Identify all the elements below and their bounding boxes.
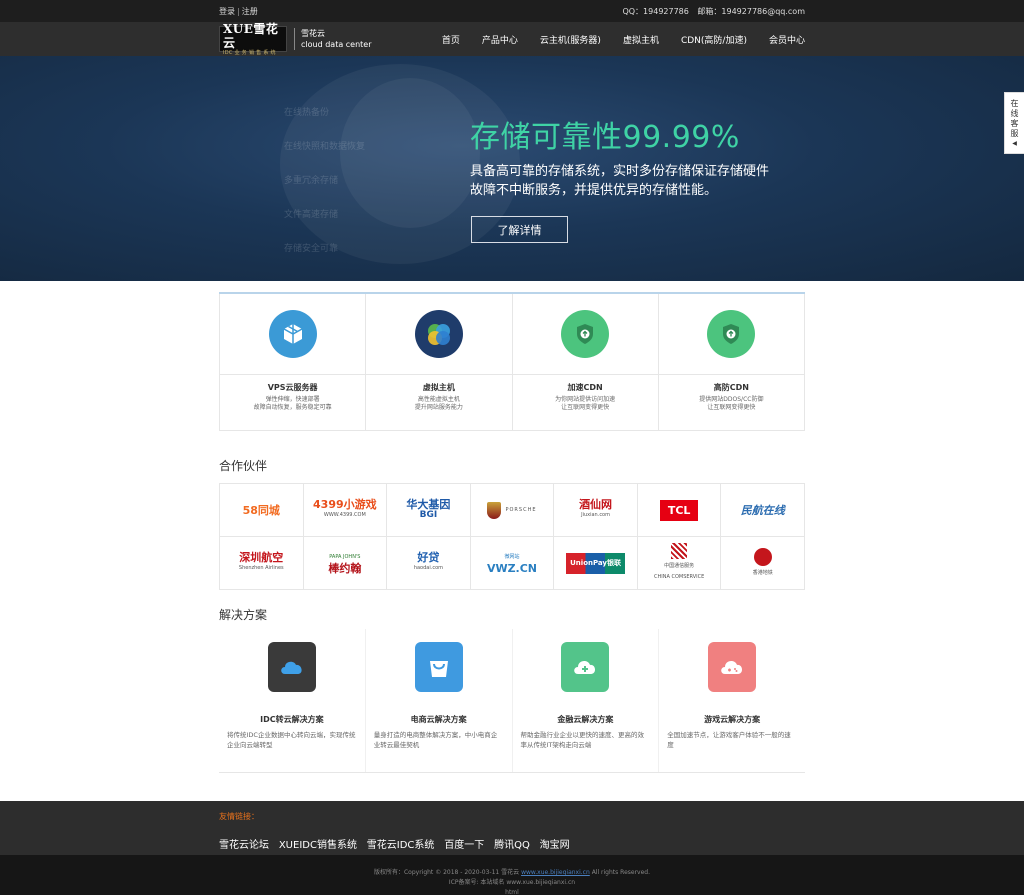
partner-logo[interactable]: 深圳航空 Shenzhen Airlines xyxy=(220,537,304,590)
partner-logo[interactable]: TCL xyxy=(637,484,722,537)
solution-ecommerce[interactable]: 电商云解决方案 量身打造的电商整体解决方案，中小电商企业转云最佳契机 xyxy=(366,629,513,772)
partner-logo[interactable]: 华大基因 BGI xyxy=(387,484,471,537)
login-link[interactable]: 登录 xyxy=(219,7,235,16)
service-cdn-defense[interactable]: 高防CDN 提供网站DDOS/CC防御 让互联网变得更快 xyxy=(658,294,805,431)
top-bar: 登录 | 注册 QQ：194927786 邮箱：194927786@qq.com xyxy=(0,0,1024,22)
nav-virtual-host[interactable]: 虚拟主机 xyxy=(623,33,659,46)
colored-circles-icon xyxy=(414,310,463,358)
learn-more-button[interactable]: 了解详情 xyxy=(471,216,568,243)
friend-link[interactable]: 雪花云IDC系统 xyxy=(367,840,435,851)
partner-logo[interactable]: 民航在线 xyxy=(721,484,805,537)
site-logo[interactable]: XUE雪花云 IDC 业 务 销 售 系 统 雪花云 cloud data ce… xyxy=(219,22,372,56)
cloud-plus-icon xyxy=(561,642,610,692)
shield-icon xyxy=(561,310,610,358)
mtr-logo-icon xyxy=(753,547,772,566)
friend-link[interactable]: 腾讯QQ xyxy=(494,840,530,851)
friend-link[interactable]: XUEIDC销售系统 xyxy=(279,840,357,851)
service-cdn-accel[interactable]: 加速CDN 为你网站提供访问加速 让互联网变得更快 xyxy=(512,294,659,431)
solutions-title: 解决方案 xyxy=(219,608,268,622)
friend-link[interactable]: 百度一下 xyxy=(444,840,484,851)
friend-link[interactable]: 雪花云论坛 xyxy=(219,840,269,851)
friend-links: 友情链接： 雪花云论坛 XUEIDC销售系统 雪花云IDC系统 百度一下 腾讯Q… xyxy=(0,801,1024,855)
site-url-link[interactable]: www.xue.bijieqianxi.cn xyxy=(521,869,590,876)
crest-icon xyxy=(487,501,502,519)
header: XUE雪花云 IDC 业 务 销 售 系 统 雪花云 cloud data ce… xyxy=(0,22,1024,56)
email-contact: 邮箱：194927786@qq.com xyxy=(697,6,805,16)
friend-links-label: 友情链接： xyxy=(219,812,259,821)
partner-logo[interactable]: 4399小游戏 WWW.4399.COM xyxy=(303,484,388,537)
nav-member-center[interactable]: 会员中心 xyxy=(769,33,805,46)
partner-logo[interactable]: 中国通信服务 CHINA COMSERVICE xyxy=(637,537,722,590)
comservice-mark-icon xyxy=(671,543,688,559)
solution-idc[interactable]: IDC转云解决方案 将传统IDC企业数据中心转向云端，实现传统企业向云端转型 xyxy=(219,629,366,772)
banner-feature-list: 在线热备份 在线快照和数据恢复 多重冗余存储 文件高速存储 存储安全可靠 xyxy=(284,108,366,254)
online-service-tab[interactable]: 在线客服 ◀ xyxy=(1004,92,1024,154)
partner-grid: 58同城 4399小游戏 WWW.4399.COM 华大基因 BGI PORSCHE… xyxy=(219,483,805,590)
nav-cdn[interactable]: CDN(高防/加速) xyxy=(681,33,747,46)
logo-image: XUE雪花云 IDC 业 务 销 售 系 统 xyxy=(219,22,287,56)
partner-logo[interactable]: 香港地铁 xyxy=(721,537,805,590)
gamepad-cloud-icon xyxy=(708,642,757,692)
logo-divider xyxy=(294,28,295,50)
partner-logo[interactable]: 微网站 VWZ.CN xyxy=(470,537,555,590)
partner-logo[interactable]: PORSCHE xyxy=(470,484,555,537)
friend-link[interactable]: 淘宝网 xyxy=(540,840,570,851)
copyright-footer: 版权所有：Copyright © 2018 - 2020-03-11 雪花云 w… xyxy=(0,855,1024,895)
shield-icon xyxy=(707,310,756,358)
partner-logo[interactable]: UnionPay银联 xyxy=(554,537,638,590)
partner-logo[interactable]: 酒仙网 Jiuxian.com xyxy=(554,484,638,537)
nav-products[interactable]: 产品中心 xyxy=(482,33,518,46)
qq-contact: QQ：194927786 xyxy=(622,6,689,16)
partners-title: 合作伙伴 xyxy=(219,459,268,473)
box-icon xyxy=(268,310,317,358)
solution-grid: IDC转云解决方案 将传统IDC企业数据中心转向云端，实现传统企业向云端转型 电… xyxy=(219,629,805,773)
service-vps[interactable]: VPS云服务器 弹性伸缩，快速部署 故障自动恢复，服务稳定可靠 xyxy=(219,294,367,431)
service-virtual-host[interactable]: 虚拟主机 高性能虚拟主机 提升网站服务能力 xyxy=(366,294,513,431)
main-nav: 首页 产品中心 云主机(服务器) 虚拟主机 CDN(高防/加速) 会员中心 xyxy=(420,33,805,46)
partner-logo[interactable]: 好贷 haodai.com xyxy=(387,537,471,590)
shopping-bag-icon xyxy=(414,642,463,692)
service-grid: VPS云服务器 弹性伸缩，快速部署 故障自动恢复，服务稳定可靠 虚拟主机 高性能虚… xyxy=(219,292,805,431)
solution-game[interactable]: 游戏云解决方案 全国加速节点，让游戏客户体验不一般的速度 xyxy=(659,629,805,772)
hero-banner: 在线热备份 在线快照和数据恢复 多重冗余存储 文件高速存储 存储安全可靠 存储可… xyxy=(0,56,1024,281)
banner-headline: 存储可靠性99.99% xyxy=(470,120,740,155)
partner-logo[interactable]: 58同城 xyxy=(220,484,304,537)
arrow-left-icon: ◀ xyxy=(1012,140,1017,147)
nav-home[interactable]: 首页 xyxy=(442,33,460,46)
partner-logo[interactable]: PAPA JOHN'S 棒约翰 xyxy=(303,537,388,590)
brand-text: 雪花云 cloud data center xyxy=(301,29,372,49)
banner-description: 具备高可靠的存储系统，实时多份存储保证存储硬件 故障不中断服务，并提供优异的存储… xyxy=(470,164,770,198)
solution-finance[interactable]: 金融云解决方案 帮助金融行业企业以更快的速度、更高的效率从传统IT架构走向云端 xyxy=(513,629,660,772)
nav-cloud-host[interactable]: 云主机(服务器) xyxy=(540,33,601,46)
register-link[interactable]: 注册 xyxy=(242,7,258,16)
server-cloud-icon xyxy=(267,642,316,692)
